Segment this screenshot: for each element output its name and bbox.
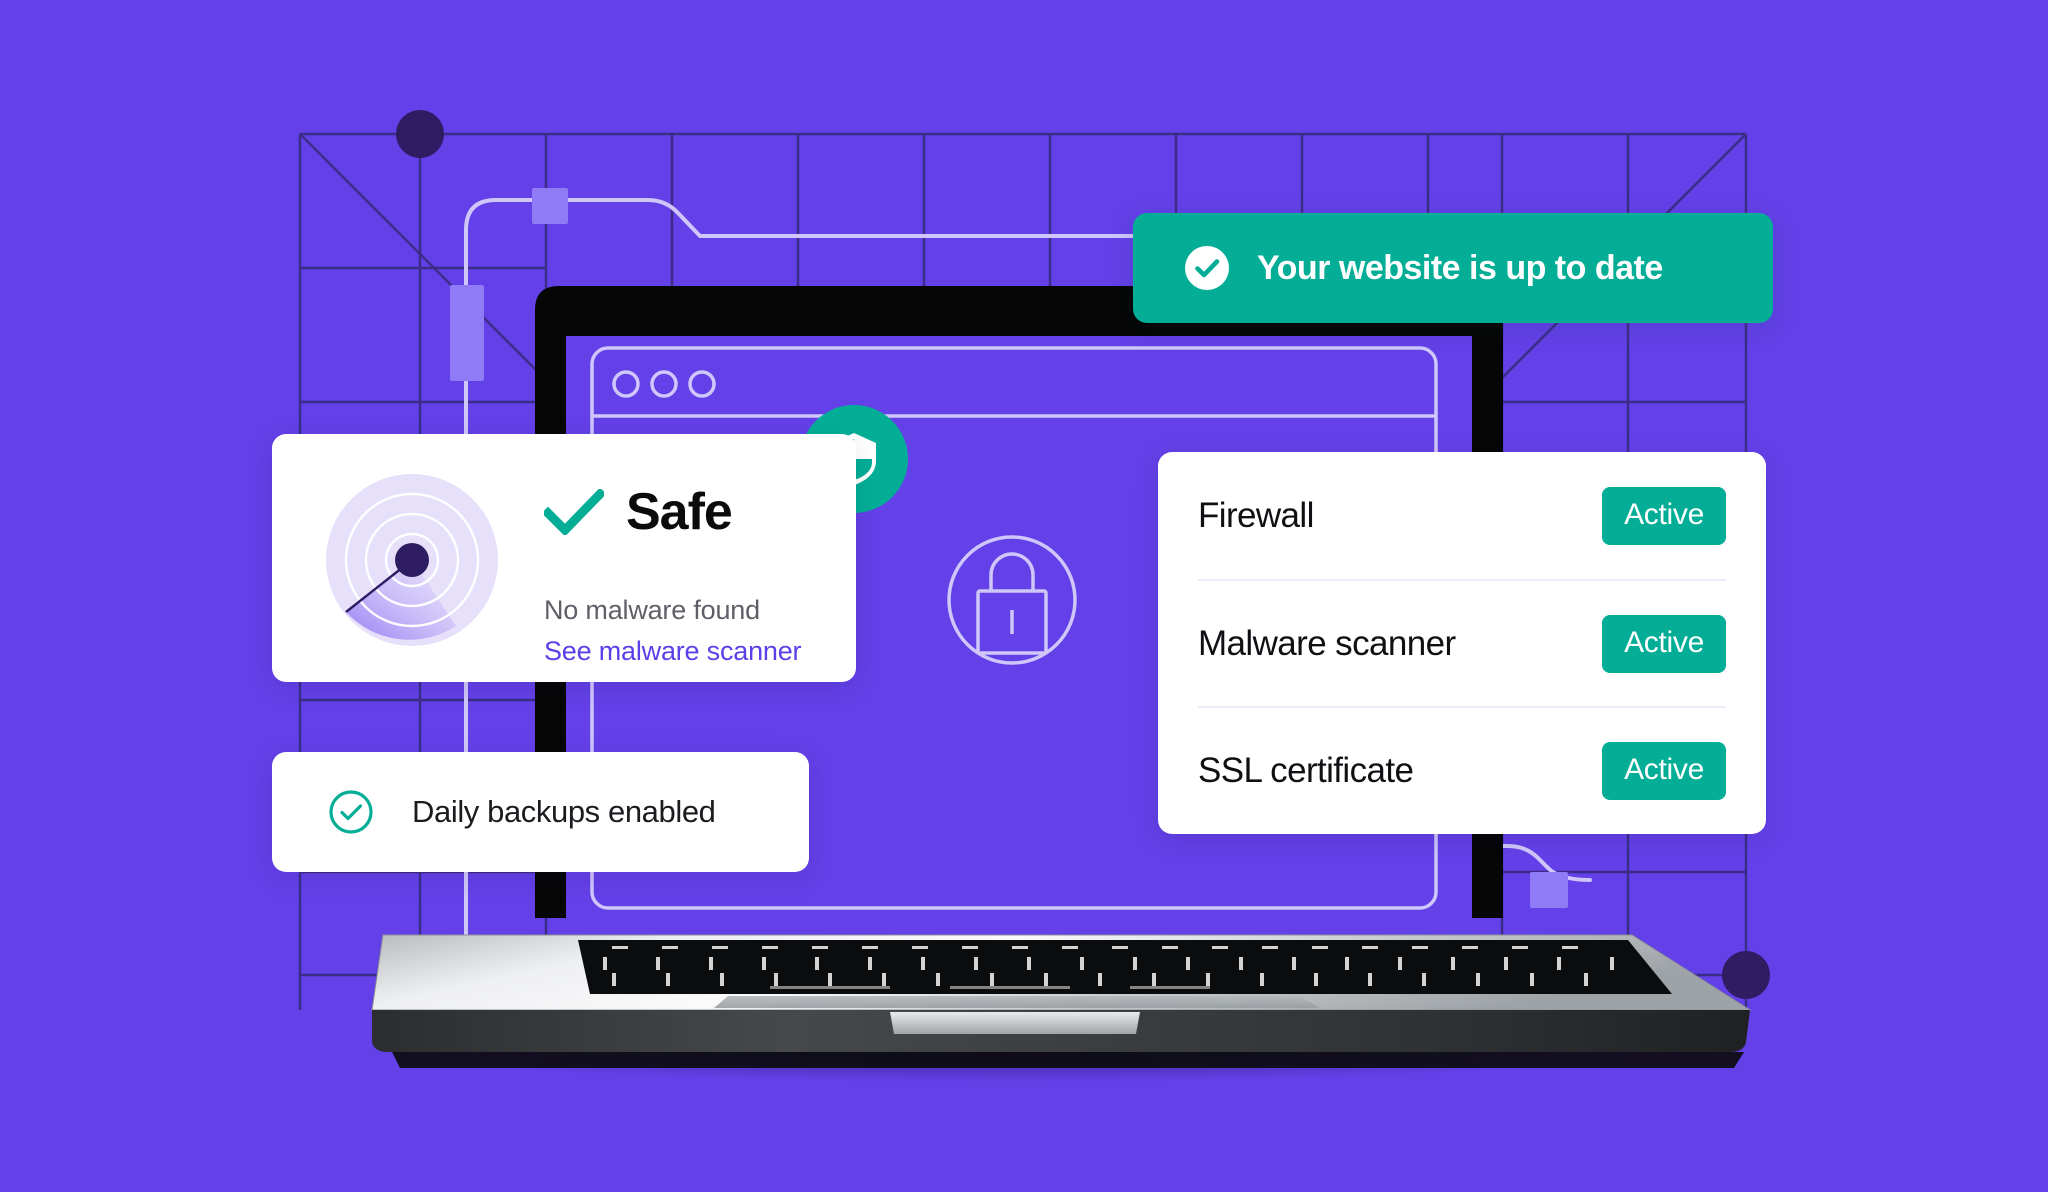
banner-label: Your website is up to date — [1257, 248, 1663, 287]
traffic-light-1 — [612, 370, 640, 398]
check-circle-outline-icon — [328, 789, 374, 835]
traffic-light-2 — [650, 370, 678, 398]
table-row: Firewall Active — [1198, 452, 1726, 579]
safe-status-card: Safe No malware found See malware scanne… — [272, 434, 856, 682]
status-label-malware-scanner: Malware scanner — [1198, 623, 1456, 663]
safe-heading: Safe — [544, 483, 733, 541]
daily-backups-label: Daily backups enabled — [412, 794, 716, 829]
traffic-light-3 — [688, 370, 716, 398]
checkmark-icon — [544, 489, 604, 535]
illustration-canvas: Your website is up to date Safe No malwa… — [0, 0, 2048, 1192]
status-badge-firewall[interactable]: Active — [1602, 486, 1726, 545]
safe-subtitle: No malware found — [544, 595, 760, 625]
status-badge-malware-scanner[interactable]: Active — [1602, 614, 1726, 673]
check-circle-filled-icon — [1185, 246, 1229, 290]
table-row: Malware scanner Active — [1198, 579, 1726, 706]
status-badge-ssl-certificate[interactable]: Active — [1602, 741, 1726, 800]
safe-title: Safe — [626, 483, 733, 541]
security-status-card: Firewall Active Malware scanner Active S… — [1158, 452, 1766, 834]
status-label-firewall: Firewall — [1198, 495, 1314, 535]
see-malware-scanner-link[interactable]: See malware scanner — [544, 638, 802, 665]
up-to-date-banner: Your website is up to date — [1133, 213, 1773, 323]
radar-scanner-icon — [324, 472, 500, 648]
table-row: SSL certificate Active — [1198, 706, 1726, 833]
status-label-ssl-certificate: SSL certificate — [1198, 750, 1414, 790]
padlock-icon — [947, 535, 1077, 665]
daily-backups-card: Daily backups enabled — [272, 752, 809, 872]
